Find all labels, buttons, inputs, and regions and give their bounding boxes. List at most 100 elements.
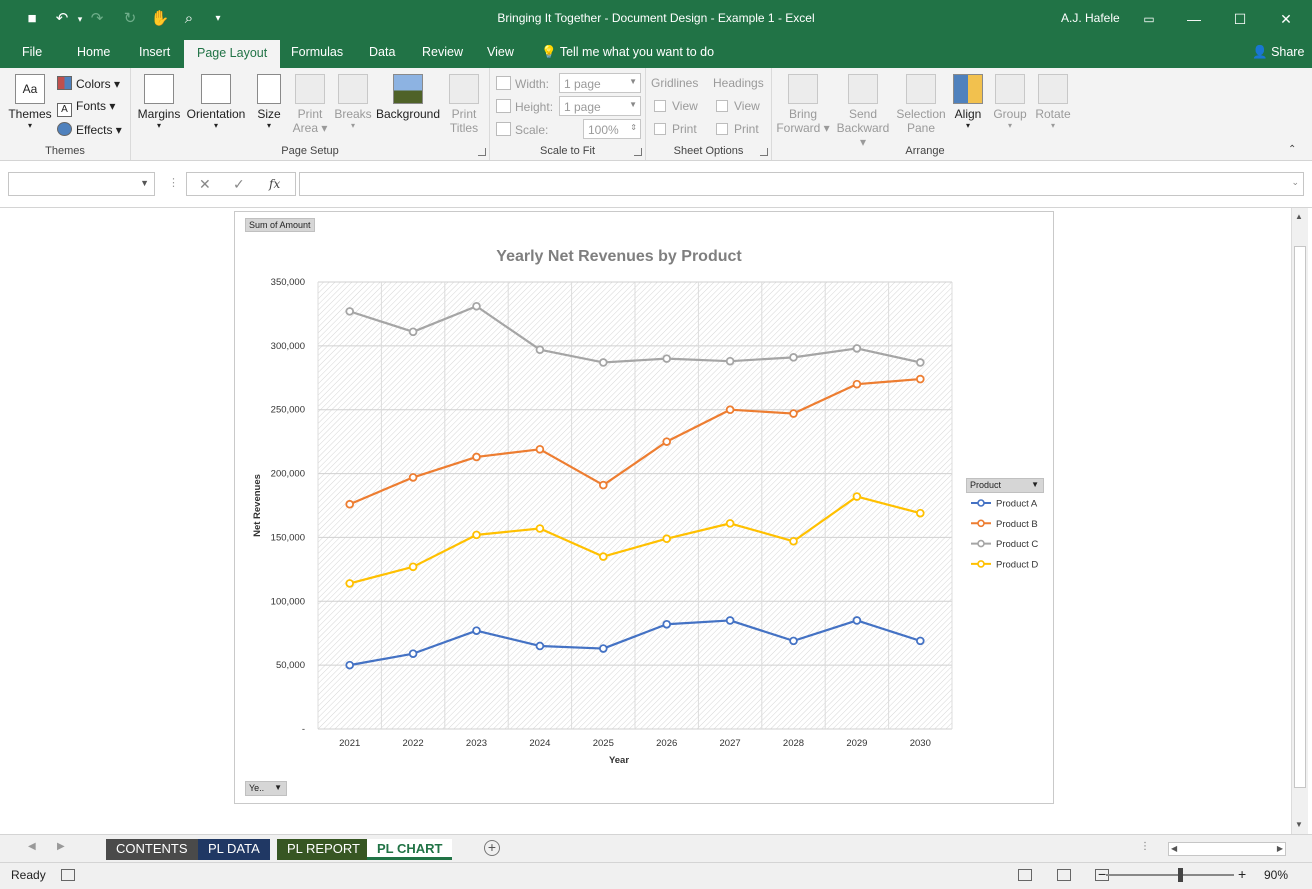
x-tick-label: 2022: [403, 738, 424, 749]
collapse-ribbon-icon[interactable]: ⌃: [1288, 144, 1296, 155]
zoom-in-icon[interactable]: +: [1238, 866, 1246, 882]
breaks-button[interactable]: Breaks ▾: [333, 74, 373, 131]
scroll-right-icon[interactable]: ▶: [1277, 844, 1283, 853]
data-point: [915, 636, 925, 646]
expand-formula-bar-icon[interactable]: ⌄: [1291, 177, 1299, 188]
touch-mode-icon[interactable]: ✋: [150, 9, 170, 29]
scale-label: Scale:: [496, 122, 548, 137]
zoom-slider-thumb[interactable]: [1178, 868, 1183, 882]
user-name[interactable]: A.J. Hafele: [1061, 11, 1120, 25]
sheet-tab-pl-report[interactable]: PL REPORT: [277, 839, 370, 860]
save-icon[interactable]: ■: [22, 9, 42, 29]
print-titles-button[interactable]: Print Titles: [445, 74, 483, 135]
name-box[interactable]: ▼: [8, 172, 155, 196]
horizontal-scrollbar[interactable]: ◀ ▶: [1168, 842, 1286, 856]
selection-pane-button[interactable]: Selection Pane: [894, 74, 948, 135]
fonts-button[interactable]: A Fonts ▾: [57, 99, 115, 117]
page-layout-view-icon[interactable]: [1057, 869, 1071, 881]
headings-view-checkbox[interactable]: View: [716, 99, 760, 113]
align-button[interactable]: Align ▾: [950, 74, 986, 131]
chart-title[interactable]: Yearly Net Revenues by Product: [496, 248, 742, 265]
share-button[interactable]: 👤 Share: [1252, 45, 1304, 60]
tab-view[interactable]: View: [487, 45, 514, 59]
data-point: [915, 374, 925, 384]
colors-button[interactable]: Colors ▾: [57, 76, 120, 91]
macro-recording-icon[interactable]: [61, 869, 75, 881]
prev-sheet-icon[interactable]: ◀: [28, 841, 36, 852]
orientation-button[interactable]: Orientation ▾: [185, 74, 247, 131]
values-field-button[interactable]: Sum of Amount: [245, 218, 315, 232]
maximize-icon[interactable]: ☐: [1229, 8, 1251, 30]
zoom-out-icon[interactable]: −: [1098, 866, 1106, 882]
x-axis-title[interactable]: Year: [609, 755, 629, 766]
tab-insert[interactable]: Insert: [139, 45, 170, 59]
page-setup-launcher-icon[interactable]: [478, 148, 486, 156]
sheet-options-launcher-icon[interactable]: [760, 148, 768, 156]
customize-qat-icon[interactable]: ▾: [208, 9, 228, 29]
size-button[interactable]: Size ▾: [253, 74, 285, 131]
headings-print-checkbox[interactable]: Print: [716, 122, 759, 136]
gridlines-view-checkbox[interactable]: View: [654, 99, 698, 113]
effects-button[interactable]: Effects ▾: [57, 122, 122, 137]
gridlines-print-checkbox[interactable]: Print: [654, 122, 697, 136]
ribbon-display-options-icon[interactable]: ▭: [1138, 8, 1160, 30]
sheet-tab-pl-data[interactable]: PL DATA: [198, 839, 270, 860]
line-chart[interactable]: - 50,000 100,000 150,000 200,000 250,000 300,0…: [235, 212, 1053, 803]
next-sheet-icon[interactable]: ▶: [57, 841, 65, 852]
rotate-button[interactable]: Rotate ▾: [1032, 74, 1074, 131]
insert-function-icon[interactable]: fx: [269, 177, 280, 191]
margins-button[interactable]: Margins ▾: [136, 74, 182, 131]
cancel-icon[interactable]: ✕: [199, 176, 211, 193]
scroll-left-icon[interactable]: ◀: [1171, 844, 1177, 853]
chart-object[interactable]: - 50,000 100,000 150,000 200,000 250,000 300,0…: [234, 211, 1054, 804]
legend[interactable]: Product A Product B Product C Product D: [971, 499, 1038, 571]
vertical-scrollbar[interactable]: ▲ ▼: [1291, 208, 1308, 834]
scale-to-fit-launcher-icon[interactable]: [634, 148, 642, 156]
print-titles-label-2: Titles: [449, 121, 479, 135]
print-preview-icon[interactable]: ⌕: [179, 9, 199, 29]
background-button[interactable]: Background: [375, 74, 441, 121]
sheet-tab-pl-chart[interactable]: PL CHART: [367, 839, 453, 860]
name-box-dropdown-icon[interactable]: ▼: [140, 178, 149, 188]
width-select[interactable]: 1 page ▼: [559, 73, 641, 93]
tab-data[interactable]: Data: [369, 45, 395, 59]
enter-icon[interactable]: ✓: [233, 176, 245, 193]
formula-input[interactable]: ⌄: [299, 172, 1304, 196]
tab-split-grip-icon[interactable]: ⋮: [1140, 841, 1150, 852]
zoom-level[interactable]: 90%: [1264, 868, 1288, 882]
axis-filter-dropdown-icon[interactable]: ▼: [274, 783, 282, 792]
bring-forward-button[interactable]: Bring Forward ▾: [774, 74, 832, 135]
add-sheet-icon[interactable]: +: [484, 840, 500, 856]
refresh-icon[interactable]: ↻: [120, 9, 140, 29]
formula-bar-grip-icon[interactable]: ⋮: [168, 176, 179, 189]
effects-label: Effects: [76, 123, 113, 137]
ribbon: Aa Themes ▾ Colors ▾ A Fonts ▾ Effects ▾ T…: [0, 68, 1312, 161]
group-button[interactable]: Group ▾: [990, 74, 1030, 131]
themes-button[interactable]: Aa Themes ▾: [8, 74, 52, 131]
tab-review[interactable]: Review: [422, 45, 463, 59]
tell-me-search[interactable]: 💡 Tell me what you want to do: [541, 45, 714, 60]
scale-stepper[interactable]: 100% ⇕: [583, 119, 641, 139]
tab-home[interactable]: Home: [77, 45, 110, 59]
axis-field-button[interactable]: Ye.. ▼: [245, 781, 287, 796]
scroll-up-icon[interactable]: ▲: [1295, 212, 1303, 221]
send-backward-button[interactable]: Send Backward ▾: [832, 74, 894, 149]
tab-formulas[interactable]: Formulas: [291, 45, 343, 59]
tab-page-layout[interactable]: Page Layout: [184, 40, 281, 68]
tab-file[interactable]: File: [22, 45, 42, 59]
undo-icon[interactable]: ↶: [52, 9, 72, 29]
scroll-down-icon[interactable]: ▼: [1295, 820, 1303, 829]
sheet-tab-contents[interactable]: CONTENTS: [106, 839, 198, 860]
height-select[interactable]: 1 page ▼: [559, 96, 641, 116]
minimize-icon[interactable]: —: [1183, 8, 1205, 30]
close-icon[interactable]: ✕: [1275, 8, 1297, 30]
redo-icon[interactable]: ↷: [87, 9, 107, 29]
legend-field-button[interactable]: Product ▼: [966, 478, 1044, 493]
legend-filter-dropdown-icon[interactable]: ▼: [1031, 480, 1039, 489]
y-axis-title[interactable]: Net Revenues: [252, 474, 263, 537]
normal-view-icon[interactable]: [1018, 869, 1032, 881]
size-label: Size: [257, 107, 281, 121]
zoom-slider[interactable]: [1106, 874, 1234, 876]
print-area-button[interactable]: Print Area ▾: [291, 74, 329, 135]
vertical-scroll-thumb[interactable]: [1294, 246, 1306, 788]
